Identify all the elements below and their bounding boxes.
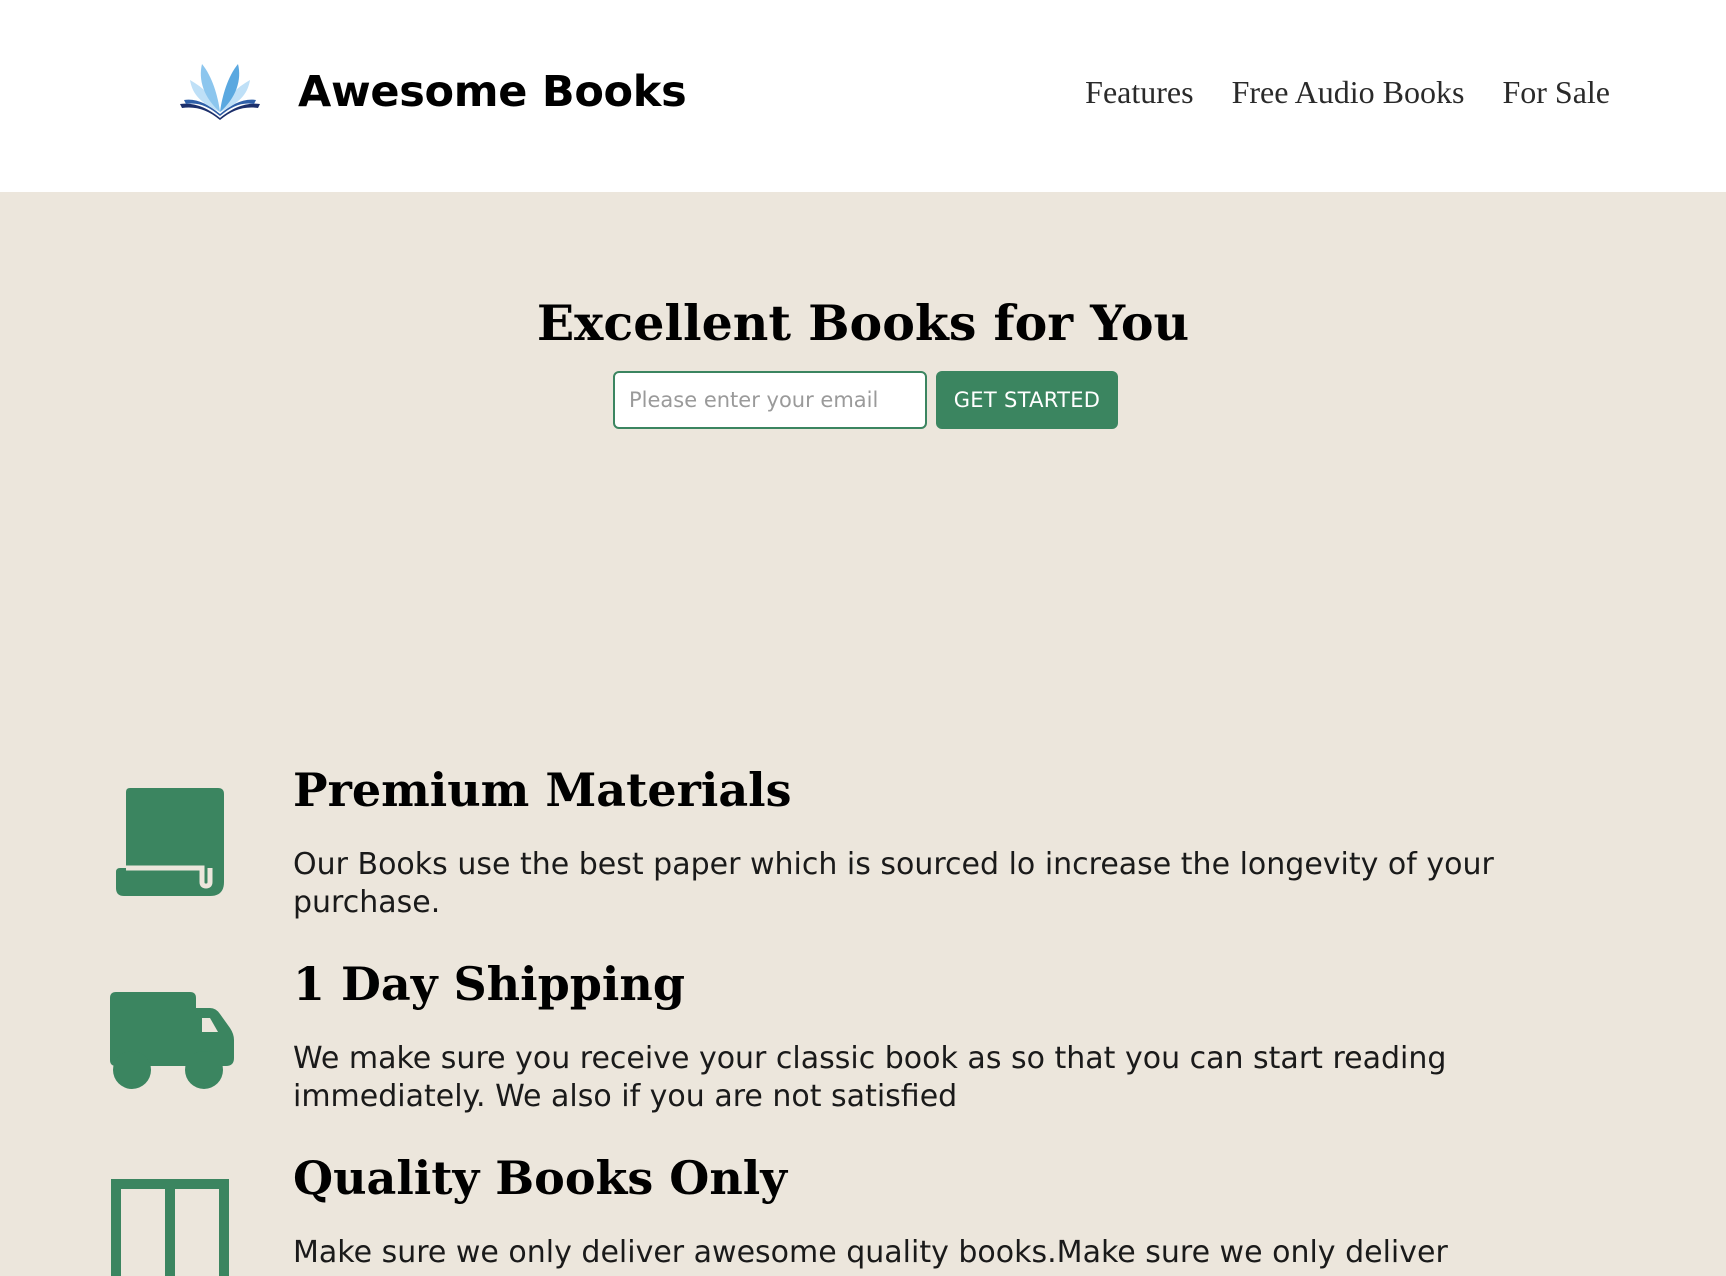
email-input[interactable] xyxy=(613,371,927,429)
feature-text: We make sure you receive your classic bo… xyxy=(293,1041,1447,1114)
book-icon xyxy=(111,1179,229,1276)
nav-link-features[interactable]: Features xyxy=(1085,70,1193,114)
truck-icon xyxy=(110,992,234,1089)
signup-form: GET STARTED xyxy=(613,371,1118,429)
feature-text: Our Books use the best paper which is so… xyxy=(293,847,1494,920)
main-nav: Features Free Audio Books For Sale xyxy=(1085,70,1610,114)
feature-title: Premium Materials xyxy=(293,763,792,817)
nav-link-free-audio-books[interactable]: Free Audio Books xyxy=(1232,70,1465,114)
feature-title: Quality Books Only xyxy=(293,1151,788,1205)
nav-link-for-sale[interactable]: For Sale xyxy=(1502,70,1610,114)
brand-name[interactable]: Awesome Books xyxy=(298,62,687,122)
hero-title: Excellent Books for You xyxy=(536,294,1190,352)
feature-text: Make sure we only deliver awesome qualit… xyxy=(293,1235,1448,1270)
scroll-icon xyxy=(116,788,224,896)
feature-title: 1 Day Shipping xyxy=(293,957,686,1011)
get-started-button[interactable]: GET STARTED xyxy=(936,371,1118,429)
site-header: Awesome Books Features Free Audio Books … xyxy=(0,0,1726,192)
open-book-icon xyxy=(180,64,260,120)
